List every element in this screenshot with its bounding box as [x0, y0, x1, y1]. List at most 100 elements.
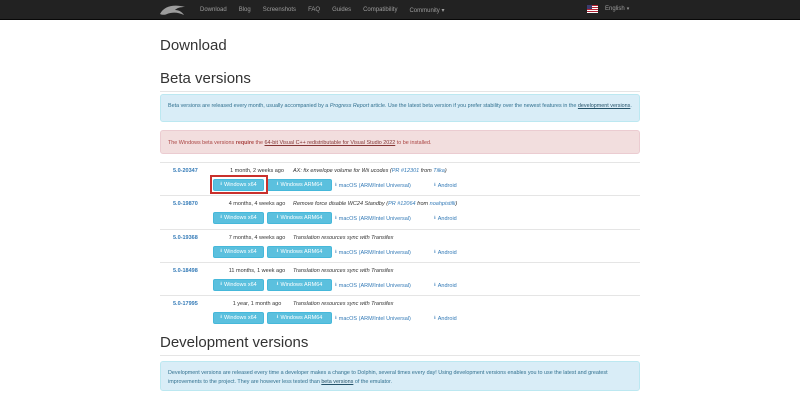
language-selector[interactable]: English ▾	[587, 5, 629, 13]
nav-download[interactable]: Download	[200, 7, 227, 13]
development-versions-link[interactable]: development versions	[578, 103, 630, 109]
link-label: Android	[437, 283, 457, 289]
download-icon: ⭳	[434, 215, 436, 221]
beta-row: 5.0-19368 7 months, 4 weeks ago Translat…	[160, 229, 640, 262]
button-label: Windows x64	[224, 215, 257, 221]
beta-info-text: .	[630, 103, 632, 109]
link-label: Android	[437, 250, 457, 256]
nav-community-dropdown[interactable]: Community ▾	[409, 7, 444, 14]
nav-links: Download Blog Screenshots FAQ Guides Com…	[200, 0, 456, 20]
beta-row: 5.0-19870 4 months, 4 weeks ago Remove f…	[160, 195, 640, 229]
release-date: 11 months, 1 week ago	[228, 268, 286, 274]
dolphin-logo-icon[interactable]	[158, 3, 188, 17]
progress-report-text: Progress Report	[329, 103, 370, 109]
desc-text: AX: fix envelope volume for Wii ucodes (	[293, 168, 392, 174]
android-download-link[interactable]: ⭳ Android	[434, 282, 457, 290]
windows-x64-download-button[interactable]: ⭳ Windows x64	[213, 312, 264, 324]
nav-faq[interactable]: FAQ	[308, 7, 320, 13]
desc-text: )	[444, 168, 447, 174]
macos-download-link[interactable]: ⭳ macOS (ARM/Intel Universal)	[335, 282, 411, 290]
android-download-link[interactable]: ⭳ Android	[434, 182, 457, 190]
beta-row: 5.0-17995 1 year, 1 month ago Translatio…	[160, 295, 640, 328]
nav-compatibility[interactable]: Compatibility	[363, 7, 397, 13]
link-label: Android	[437, 216, 457, 222]
warning-text: to be installed.	[395, 140, 432, 146]
download-icon: ⭳	[220, 314, 223, 320]
language-label: English	[605, 6, 625, 12]
android-download-link[interactable]: ⭳ Android	[434, 315, 457, 323]
beta-heading: Beta versions	[160, 70, 251, 87]
windows-x64-download-button[interactable]: ⭳ Windows x64	[213, 212, 264, 224]
version-link[interactable]: 5.0-17995	[173, 301, 198, 307]
download-icon: ⭳	[276, 314, 279, 320]
version-link[interactable]: 5.0-20347	[173, 168, 198, 174]
beta-info-text: article. Use the latest beta version if …	[369, 103, 578, 109]
desc-text: from	[419, 168, 434, 174]
macos-download-link[interactable]: ⭳ macOS (ARM/Intel Universal)	[335, 315, 411, 323]
desc-text: Remove force disable WC24 Standby (	[293, 201, 389, 207]
vcredist-link[interactable]: 64-bit Visual C++ redistributable for Vi…	[265, 140, 396, 146]
version-link[interactable]: 5.0-18498	[173, 268, 198, 274]
download-icon: ⭳	[276, 181, 279, 187]
nav-guides[interactable]: Guides	[332, 7, 351, 13]
chevron-down-icon: ▾	[441, 7, 445, 14]
nav-blog[interactable]: Blog	[239, 7, 251, 13]
download-icon: ⭳	[434, 182, 436, 188]
page-title: Download	[160, 37, 227, 54]
us-flag-icon	[587, 5, 598, 13]
button-label: Windows ARM64	[280, 315, 323, 321]
windows-x64-download-button[interactable]: ⭳ Windows x64	[213, 246, 264, 258]
windows-x64-download-button[interactable]: ⭳ Windows x64	[213, 279, 264, 291]
link-label: Android	[437, 316, 457, 322]
macos-download-link[interactable]: ⭳ macOS (ARM/Intel Universal)	[335, 215, 411, 223]
download-icon: ⭳	[335, 282, 337, 288]
version-link[interactable]: 5.0-19870	[173, 201, 198, 207]
windows-arm64-download-button[interactable]: ⭳ Windows ARM64	[267, 179, 332, 191]
download-icon: ⭳	[220, 248, 223, 254]
link-label: macOS (ARM/Intel Universal)	[338, 183, 411, 189]
android-download-link[interactable]: ⭳ Android	[434, 215, 457, 223]
windows-arm64-download-button[interactable]: ⭳ Windows ARM64	[267, 312, 332, 324]
commit-description: AX: fix envelope volume for Wii ucodes (…	[293, 168, 447, 174]
download-icon: ⭳	[335, 315, 337, 321]
macos-download-link[interactable]: ⭳ macOS (ARM/Intel Universal)	[335, 249, 411, 257]
pr-link[interactable]: PR #12301	[392, 168, 420, 174]
release-date: 1 year, 1 month ago	[232, 301, 282, 307]
warning-text: the	[254, 140, 265, 146]
beta-info-text: Beta versions are released every month, …	[168, 103, 330, 109]
android-download-link[interactable]: ⭳ Android	[434, 249, 457, 257]
commit-description: Translation resources sync with Transife…	[293, 301, 393, 307]
commit-description: Translation resources sync with Transife…	[293, 235, 393, 241]
author-link[interactable]: Tilka	[433, 168, 445, 174]
release-date: 4 months, 4 weeks ago	[228, 201, 286, 207]
pr-link[interactable]: PR #12064	[388, 201, 416, 207]
button-label: Windows x64	[224, 282, 257, 288]
version-link[interactable]: 5.0-19368	[173, 235, 198, 241]
windows-arm64-download-button[interactable]: ⭳ Windows ARM64	[267, 212, 332, 224]
author-link[interactable]: noahpistilli	[430, 201, 456, 207]
button-label: Windows x64	[224, 249, 257, 255]
download-icon: ⭳	[335, 215, 337, 221]
desc-text: Translation resources sync with Transife…	[293, 301, 394, 307]
button-label: Windows x64	[224, 315, 257, 321]
button-label: Windows ARM64	[280, 182, 323, 188]
release-date: 7 months, 4 weeks ago	[228, 235, 286, 241]
download-icon: ⭳	[335, 249, 337, 255]
macos-download-link[interactable]: ⭳ macOS (ARM/Intel Universal)	[335, 182, 411, 190]
development-info-alert: Development versions are released every …	[160, 361, 640, 391]
button-label: Windows ARM64	[280, 249, 323, 255]
top-navbar: Download Blog Screenshots FAQ Guides Com…	[0, 0, 800, 20]
desc-text: Translation resources sync with Transife…	[293, 235, 394, 241]
link-label: macOS (ARM/Intel Universal)	[338, 283, 411, 289]
nav-screenshots[interactable]: Screenshots	[263, 7, 296, 13]
download-icon: ⭳	[434, 282, 436, 288]
windows-arm64-download-button[interactable]: ⭳ Windows ARM64	[267, 246, 332, 258]
warning-require-text: require	[235, 140, 254, 146]
link-label: macOS (ARM/Intel Universal)	[338, 216, 411, 222]
windows-arm64-download-button[interactable]: ⭳ Windows ARM64	[267, 279, 332, 291]
beta-row: 5.0-18498 11 months, 1 week ago Translat…	[160, 262, 640, 295]
beta-warning-alert: The Windows beta versions require the 64…	[160, 130, 640, 154]
link-label: macOS (ARM/Intel Universal)	[338, 316, 411, 322]
button-label: Windows ARM64	[280, 215, 323, 221]
beta-versions-link[interactable]: beta versions	[321, 379, 353, 385]
